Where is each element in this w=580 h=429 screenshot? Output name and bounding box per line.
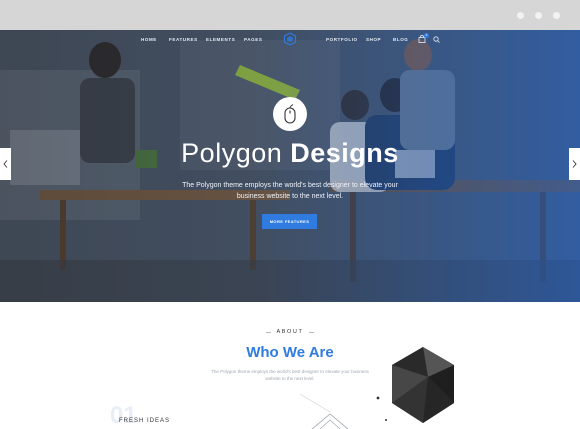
polyhedron-graphic [392,347,454,423]
hero-title-bold: Designs [290,138,399,168]
nav-item-home[interactable]: HOME [141,37,157,42]
cart-count-badge: 0 [424,33,429,38]
decorative-lines [299,393,387,429]
nav-item-pages[interactable]: PAGES [244,37,262,42]
nav-item-blog[interactable]: BLOG [393,37,408,42]
section-title: Who We Are [246,344,334,361]
hero-section: HOME FEATURES ELEMENTS PAGES PORTFOLIO S… [0,30,580,302]
window-controls [517,12,560,19]
chevron-right-icon [572,160,577,168]
more-features-button[interactable]: MORE FEATURES [262,214,317,229]
mouse-icon [273,97,307,131]
chevron-left-icon [3,160,8,168]
main-navigation: HOME FEATURES ELEMENTS PAGES PORTFOLIO S… [0,30,580,50]
feature-number: 01 [110,402,137,429]
window-dot[interactable] [553,12,560,19]
nav-item-elements[interactable]: ELEMENTS [206,37,235,42]
nav-item-features[interactable]: FEATURES [169,37,198,42]
hero-title: Polygon Designs [0,138,580,169]
feature-title: FRESH IDEAS [119,418,171,424]
section-description: The Polygon theme employs the world's be… [211,369,369,381]
hero-subtitle: The Polygon theme employs the world's be… [182,182,398,200]
section-label: ABOUT [266,329,314,335]
window-dot[interactable] [535,12,542,19]
polygon-logo-icon[interactable] [283,32,297,46]
hero-title-light: Polygon [181,138,283,168]
nav-item-portfolio[interactable]: PORTFOLIO [326,37,358,42]
slider-next-button[interactable] [569,148,580,180]
nav-item-shop[interactable]: SHOP [366,37,381,42]
window-dot[interactable] [517,12,524,19]
search-icon[interactable] [433,36,440,43]
slider-prev-button[interactable] [0,148,11,180]
browser-chrome [0,0,580,30]
